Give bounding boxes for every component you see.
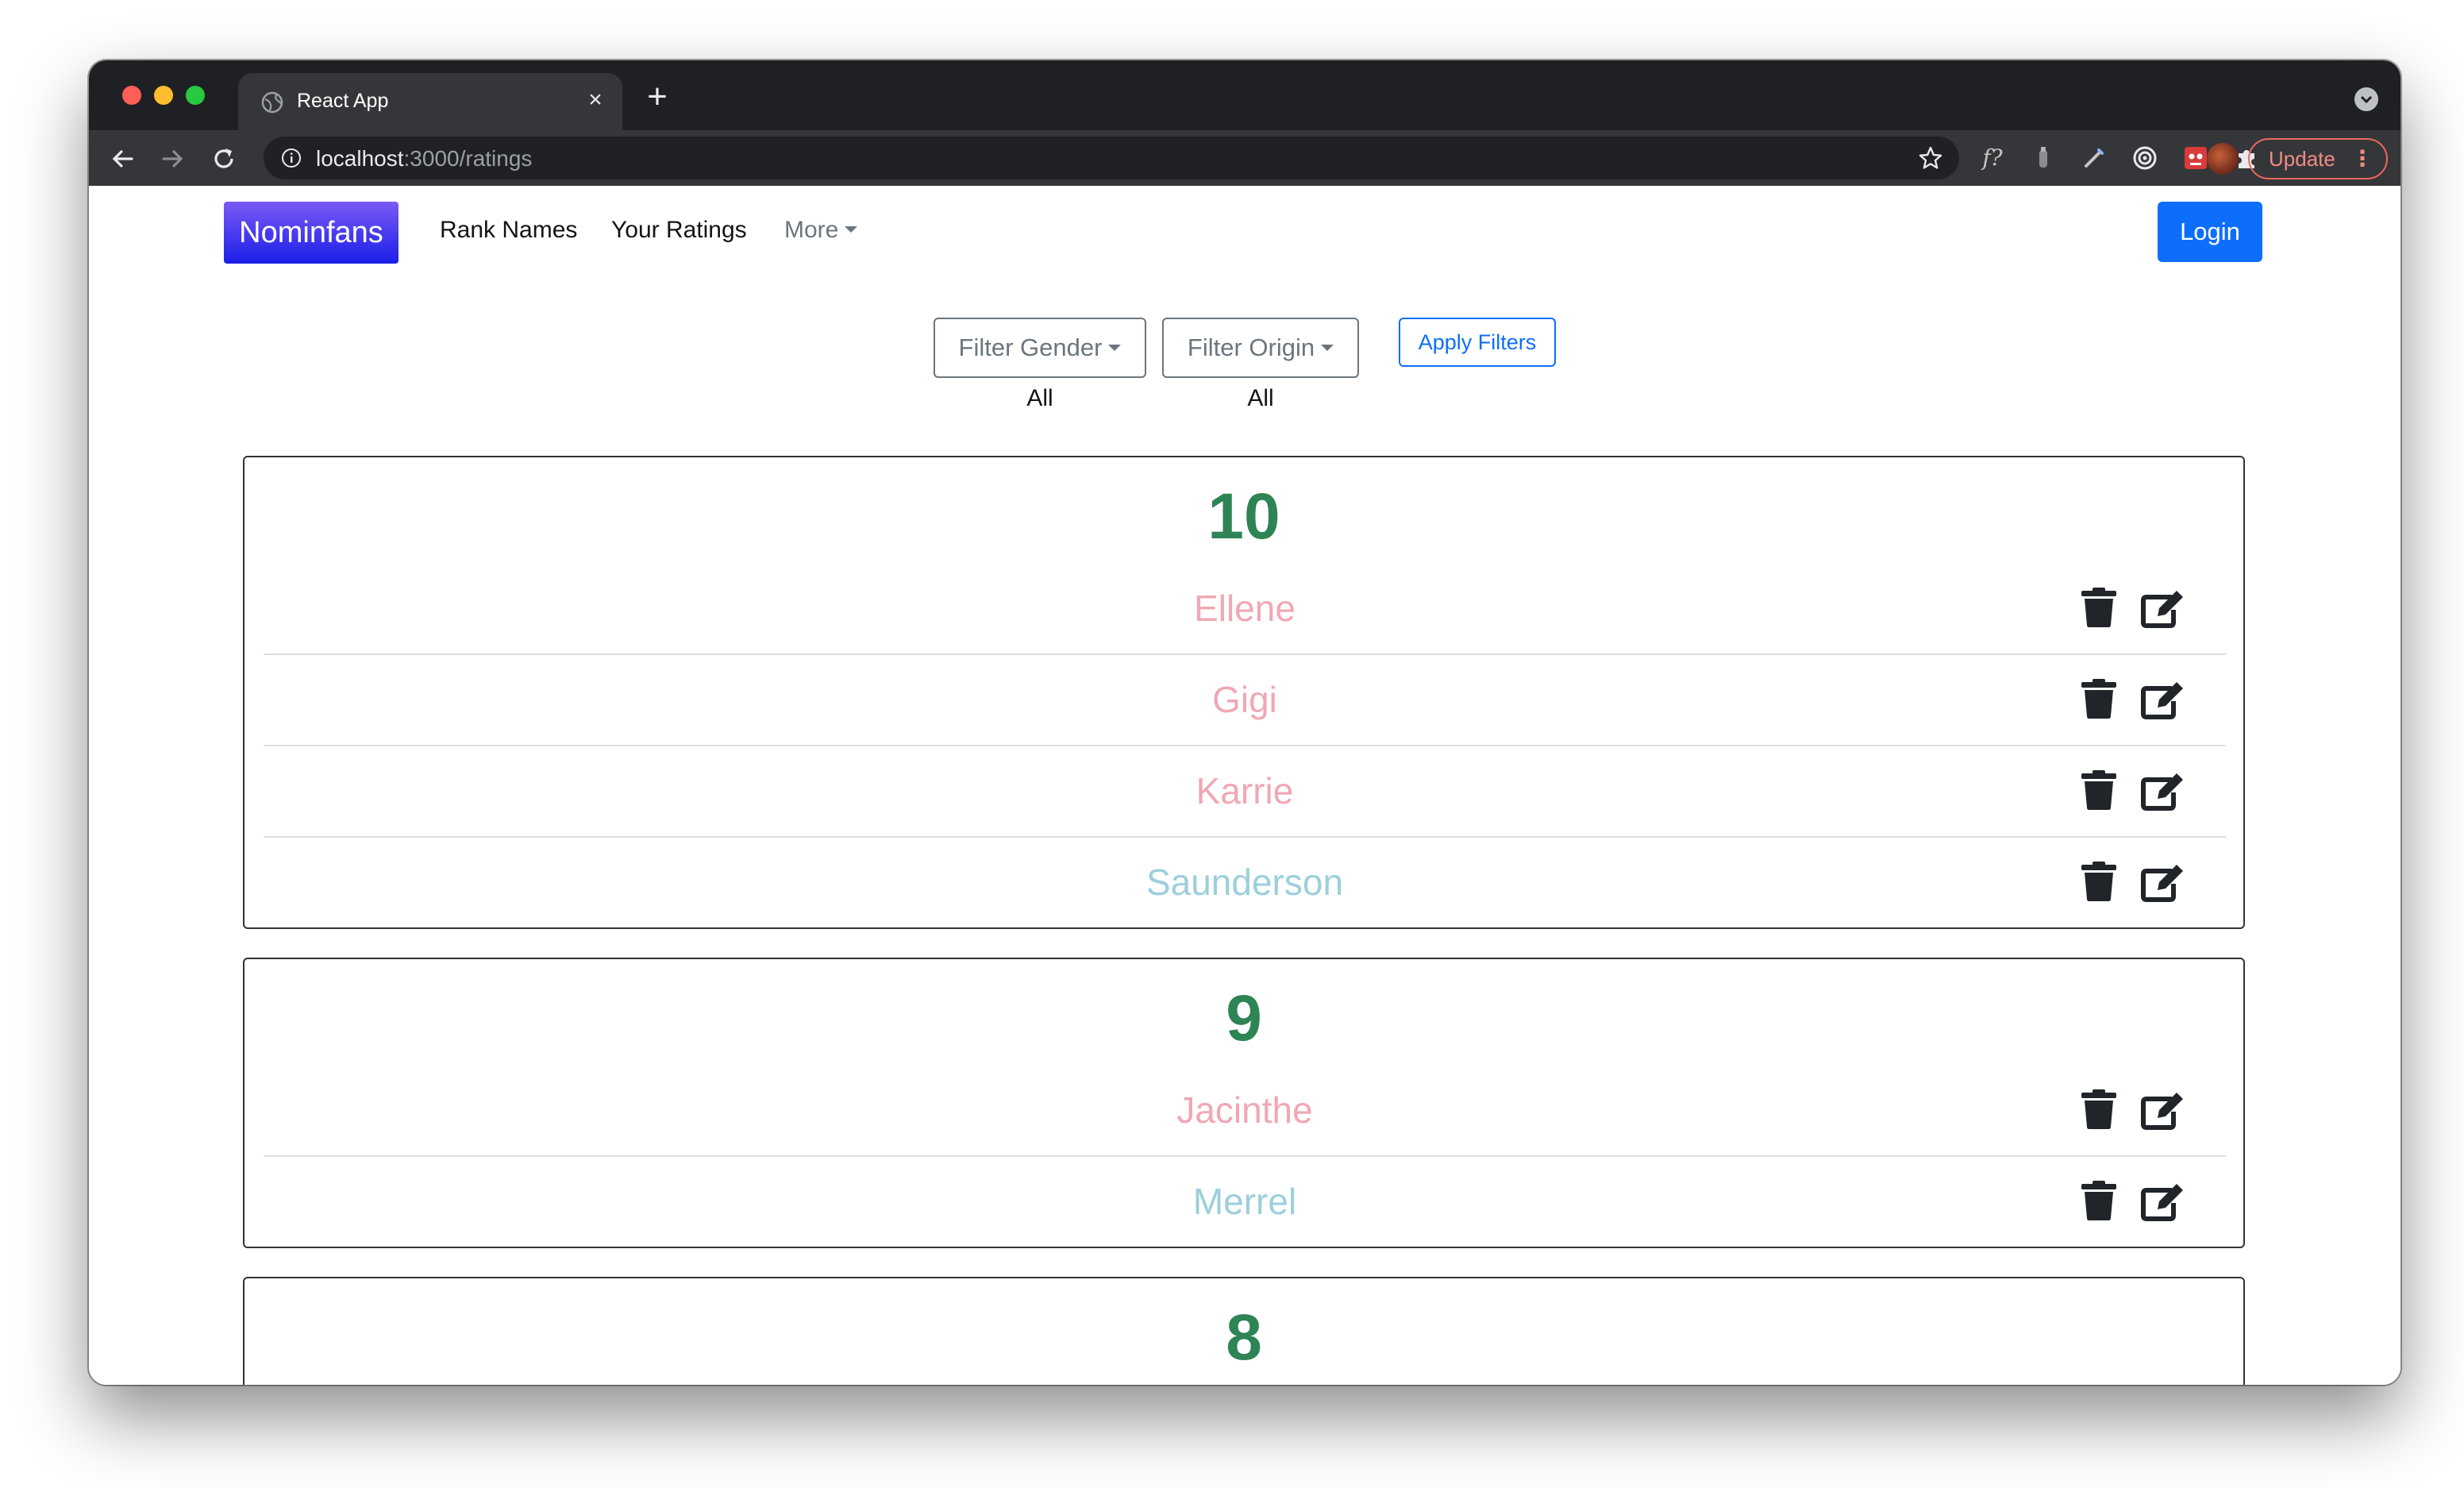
filter-origin-label: Filter Origin bbox=[1187, 333, 1315, 361]
zoom-window-button[interactable] bbox=[186, 86, 205, 105]
robot-icon[interactable] bbox=[2181, 144, 2210, 172]
caret-down-icon bbox=[1321, 345, 1334, 351]
forward-icon[interactable] bbox=[159, 145, 187, 173]
site-info-icon[interactable] bbox=[281, 148, 302, 168]
rating-card: 9 Jacinthe Merrel bbox=[243, 958, 2245, 1248]
update-label: Update bbox=[2269, 147, 2335, 171]
tab-title: React App bbox=[297, 90, 389, 112]
rating-card: 8 bbox=[243, 1277, 2245, 1385]
name-label: Gigi bbox=[1212, 679, 1277, 720]
bookmark-star-icon[interactable] bbox=[1918, 145, 1943, 171]
name-row: Ellene bbox=[264, 564, 2226, 655]
edit-icon[interactable] bbox=[2140, 769, 2186, 811]
trash-icon[interactable] bbox=[2081, 862, 2116, 901]
filter-origin-dropdown[interactable]: Filter Origin bbox=[1162, 318, 1359, 378]
back-icon[interactable] bbox=[108, 145, 137, 173]
browser-tab[interactable]: React App × bbox=[238, 73, 622, 130]
caret-down-icon bbox=[1108, 345, 1122, 351]
edit-icon[interactable] bbox=[2140, 677, 2186, 720]
rating-score: 9 bbox=[1226, 982, 1262, 1054]
caret-down-icon bbox=[845, 226, 858, 233]
nav-link-rank-names[interactable]: Rank Names bbox=[440, 214, 577, 246]
app-content: Nominfans Rank Names Your Ratings More L… bbox=[89, 186, 2400, 1385]
name-row: Jacinthe bbox=[264, 1066, 2226, 1157]
filter-gender-dropdown[interactable]: Filter Gender bbox=[934, 318, 1146, 378]
name-row: Saunderson bbox=[264, 838, 2226, 929]
reload-icon[interactable] bbox=[210, 145, 238, 173]
trash-icon[interactable] bbox=[2081, 679, 2116, 719]
target-icon[interactable] bbox=[2131, 144, 2159, 172]
close-window-button[interactable] bbox=[122, 86, 141, 105]
wand-icon[interactable] bbox=[2080, 144, 2108, 172]
tab-search-icon[interactable] bbox=[2354, 87, 2378, 111]
rating-score: 10 bbox=[1207, 480, 1280, 553]
name-row: Karrie bbox=[264, 746, 2226, 838]
profile-avatar[interactable] bbox=[2207, 143, 2239, 175]
name-row: Gigi bbox=[264, 655, 2226, 746]
close-tab-icon[interactable]: × bbox=[583, 87, 608, 113]
trash-icon[interactable] bbox=[2081, 588, 2116, 627]
trash-icon[interactable] bbox=[2081, 1181, 2116, 1220]
filter-gender-label: Filter Gender bbox=[958, 333, 1103, 361]
menu-dots-icon[interactable]: ⋮ bbox=[2351, 140, 2374, 178]
name-label: Karrie bbox=[1195, 770, 1294, 811]
name-label: Jacinthe bbox=[1176, 1089, 1313, 1131]
update-button[interactable]: Update ⋮ bbox=[2248, 138, 2388, 179]
rating-card: 10 Ellene Gigi Karrie Saunderson bbox=[243, 456, 2245, 929]
filter-origin-value: All bbox=[1247, 385, 1274, 411]
nav-link-your-ratings[interactable]: Your Ratings bbox=[611, 214, 747, 246]
minimize-window-button[interactable] bbox=[154, 86, 173, 105]
globe-icon bbox=[261, 91, 283, 114]
rating-score: 8 bbox=[1226, 1301, 1262, 1374]
edit-icon[interactable] bbox=[2140, 860, 2186, 903]
more-label: More bbox=[784, 217, 839, 243]
bottle-icon[interactable] bbox=[2029, 144, 2058, 172]
address-bar[interactable]: localhost:3000/ratings bbox=[264, 137, 1959, 179]
edit-icon[interactable] bbox=[2140, 586, 2186, 629]
name-label: Merrel bbox=[1192, 1181, 1297, 1222]
edit-icon[interactable] bbox=[2140, 1179, 2186, 1222]
filter-gender-value: All bbox=[1026, 385, 1053, 411]
trash-icon[interactable] bbox=[2081, 770, 2116, 810]
new-tab-icon[interactable]: + bbox=[641, 79, 673, 114]
brand-logo[interactable]: Nominfans bbox=[224, 202, 398, 264]
browser-toolbar: localhost:3000/ratings f? Update ⋮ bbox=[89, 130, 2400, 186]
url-text[interactable]: localhost:3000/ratings bbox=[316, 147, 532, 171]
apply-filters-button[interactable]: Apply Filters bbox=[1399, 318, 1556, 367]
name-label: Saunderson bbox=[1145, 862, 1344, 903]
edit-icon[interactable] bbox=[2140, 1088, 2186, 1131]
name-label: Ellene bbox=[1194, 588, 1296, 629]
name-row: Merrel bbox=[264, 1157, 2226, 1248]
trash-icon[interactable] bbox=[2081, 1089, 2116, 1129]
nav-more-dropdown[interactable]: More bbox=[784, 214, 858, 246]
login-button[interactable]: Login bbox=[2158, 202, 2262, 262]
function-icon[interactable]: f? bbox=[1978, 144, 2007, 172]
tab-strip: React App × + bbox=[89, 60, 2400, 130]
browser-window: React App × + localhost:3000/ratings f? … bbox=[89, 60, 2400, 1385]
